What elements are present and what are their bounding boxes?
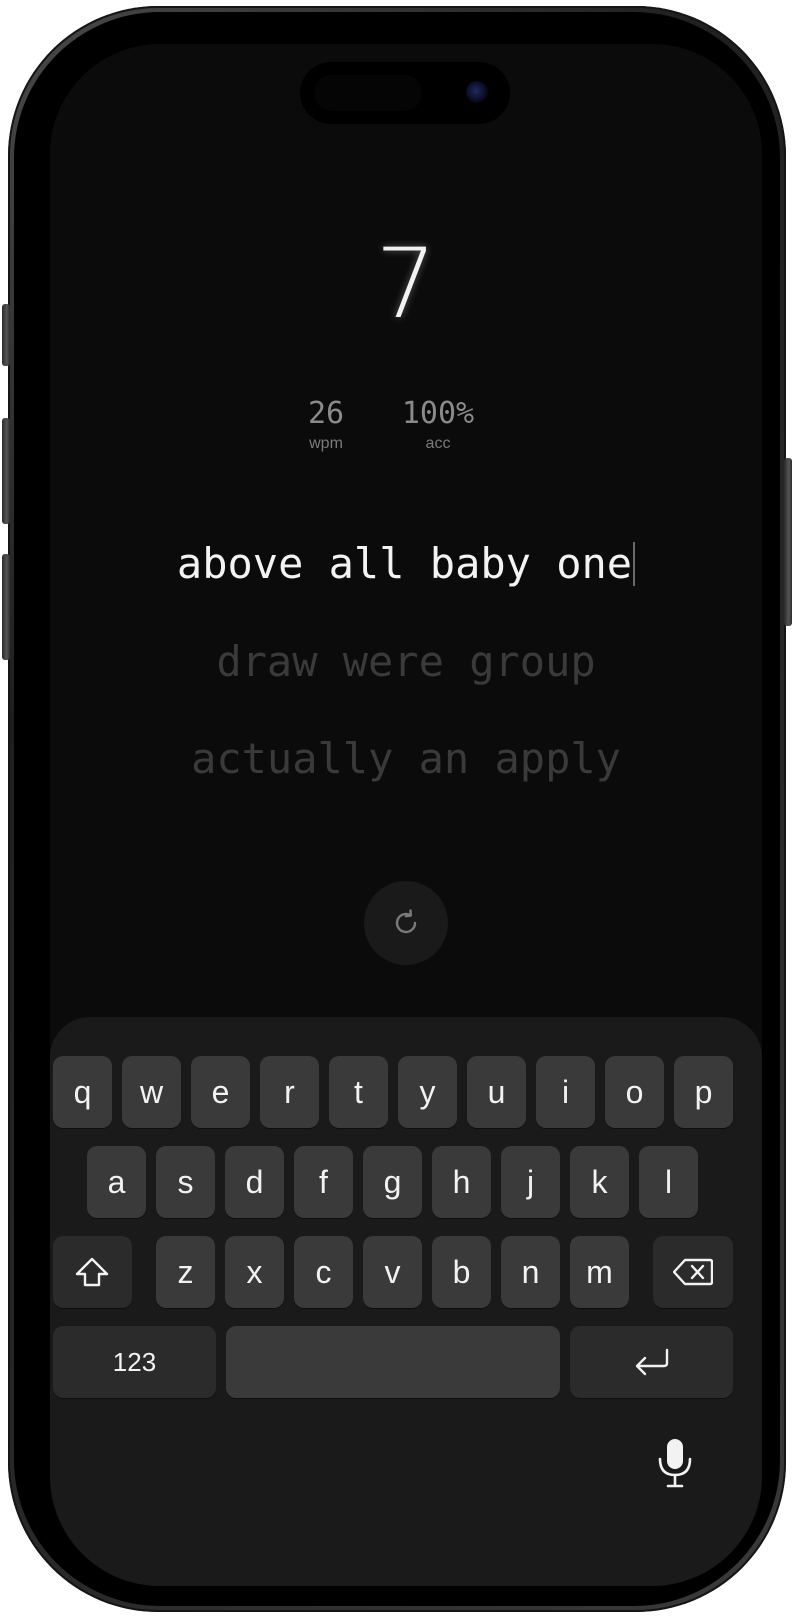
key-z[interactable]: z bbox=[156, 1236, 215, 1308]
key-u[interactable]: u bbox=[467, 1056, 526, 1128]
wpm-label: wpm bbox=[309, 435, 343, 452]
typed-text: above all baby one bbox=[176, 539, 633, 588]
volume-down-button bbox=[2, 554, 10, 660]
phone-frame: 7 26 wpm 100% acc above all baby one dra… bbox=[2, 6, 792, 1612]
key-j[interactable]: j bbox=[501, 1146, 560, 1218]
restart-button[interactable] bbox=[364, 881, 448, 965]
backspace-icon bbox=[673, 1258, 713, 1286]
dictation-button[interactable] bbox=[655, 1437, 695, 1489]
accuracy-stat: 100% acc bbox=[378, 394, 498, 454]
key-f[interactable]: f bbox=[294, 1146, 353, 1218]
key-k[interactable]: k bbox=[570, 1146, 629, 1218]
key-x[interactable]: x bbox=[225, 1236, 284, 1308]
key-i[interactable]: i bbox=[536, 1056, 595, 1128]
dynamic-island bbox=[300, 62, 510, 124]
key-n[interactable]: n bbox=[501, 1236, 560, 1308]
key-m[interactable]: m bbox=[570, 1236, 629, 1308]
active-text-line[interactable]: above all baby one bbox=[50, 534, 762, 594]
key-h[interactable]: h bbox=[432, 1146, 491, 1218]
key-w[interactable]: w bbox=[122, 1056, 181, 1128]
restart-icon bbox=[395, 909, 417, 934]
countdown-timer: 7 bbox=[375, 228, 437, 340]
key-t[interactable]: t bbox=[329, 1056, 388, 1128]
key-e[interactable]: e bbox=[191, 1056, 250, 1128]
accuracy-label: acc bbox=[425, 435, 451, 452]
numbers-key[interactable]: 123 bbox=[53, 1326, 216, 1398]
on-screen-keyboard: qwertyuiop asdfghjkl zxcvbnm 123 bbox=[50, 1017, 762, 1586]
key-g[interactable]: g bbox=[363, 1146, 422, 1218]
key-d[interactable]: d bbox=[225, 1146, 284, 1218]
key-b[interactable]: b bbox=[432, 1236, 491, 1308]
upcoming-text-line: draw were group bbox=[216, 637, 596, 686]
key-q[interactable]: q bbox=[53, 1056, 112, 1128]
text-caret bbox=[633, 542, 636, 586]
volume-up-button bbox=[2, 418, 10, 524]
island-sensor bbox=[314, 75, 422, 111]
wpm-stat: 26 wpm bbox=[266, 394, 386, 454]
return-key[interactable] bbox=[570, 1326, 733, 1398]
key-v[interactable]: v bbox=[363, 1236, 422, 1308]
key-l[interactable]: l bbox=[639, 1146, 698, 1218]
key-o[interactable]: o bbox=[605, 1056, 664, 1128]
backspace-key[interactable] bbox=[653, 1236, 733, 1308]
action-button bbox=[2, 304, 10, 366]
front-camera-icon bbox=[466, 81, 488, 103]
key-r[interactable]: r bbox=[260, 1056, 319, 1128]
key-a[interactable]: a bbox=[87, 1146, 146, 1218]
accuracy-value: 100% bbox=[401, 396, 475, 431]
key-c[interactable]: c bbox=[294, 1236, 353, 1308]
shift-key[interactable] bbox=[53, 1236, 132, 1308]
key-y[interactable]: y bbox=[398, 1056, 457, 1128]
wpm-value: 26 bbox=[307, 396, 345, 431]
key-s[interactable]: s bbox=[156, 1146, 215, 1218]
return-icon bbox=[635, 1348, 669, 1376]
microphone-icon bbox=[658, 1439, 692, 1488]
power-button bbox=[784, 458, 792, 626]
screen: 7 26 wpm 100% acc above all baby one dra… bbox=[50, 44, 762, 1586]
space-key[interactable] bbox=[226, 1326, 560, 1398]
stats-bar: 26 wpm 100% acc bbox=[50, 394, 762, 464]
shift-icon bbox=[75, 1257, 109, 1287]
upcoming-text-line: actually an apply bbox=[191, 734, 621, 783]
key-p[interactable]: p bbox=[674, 1056, 733, 1128]
